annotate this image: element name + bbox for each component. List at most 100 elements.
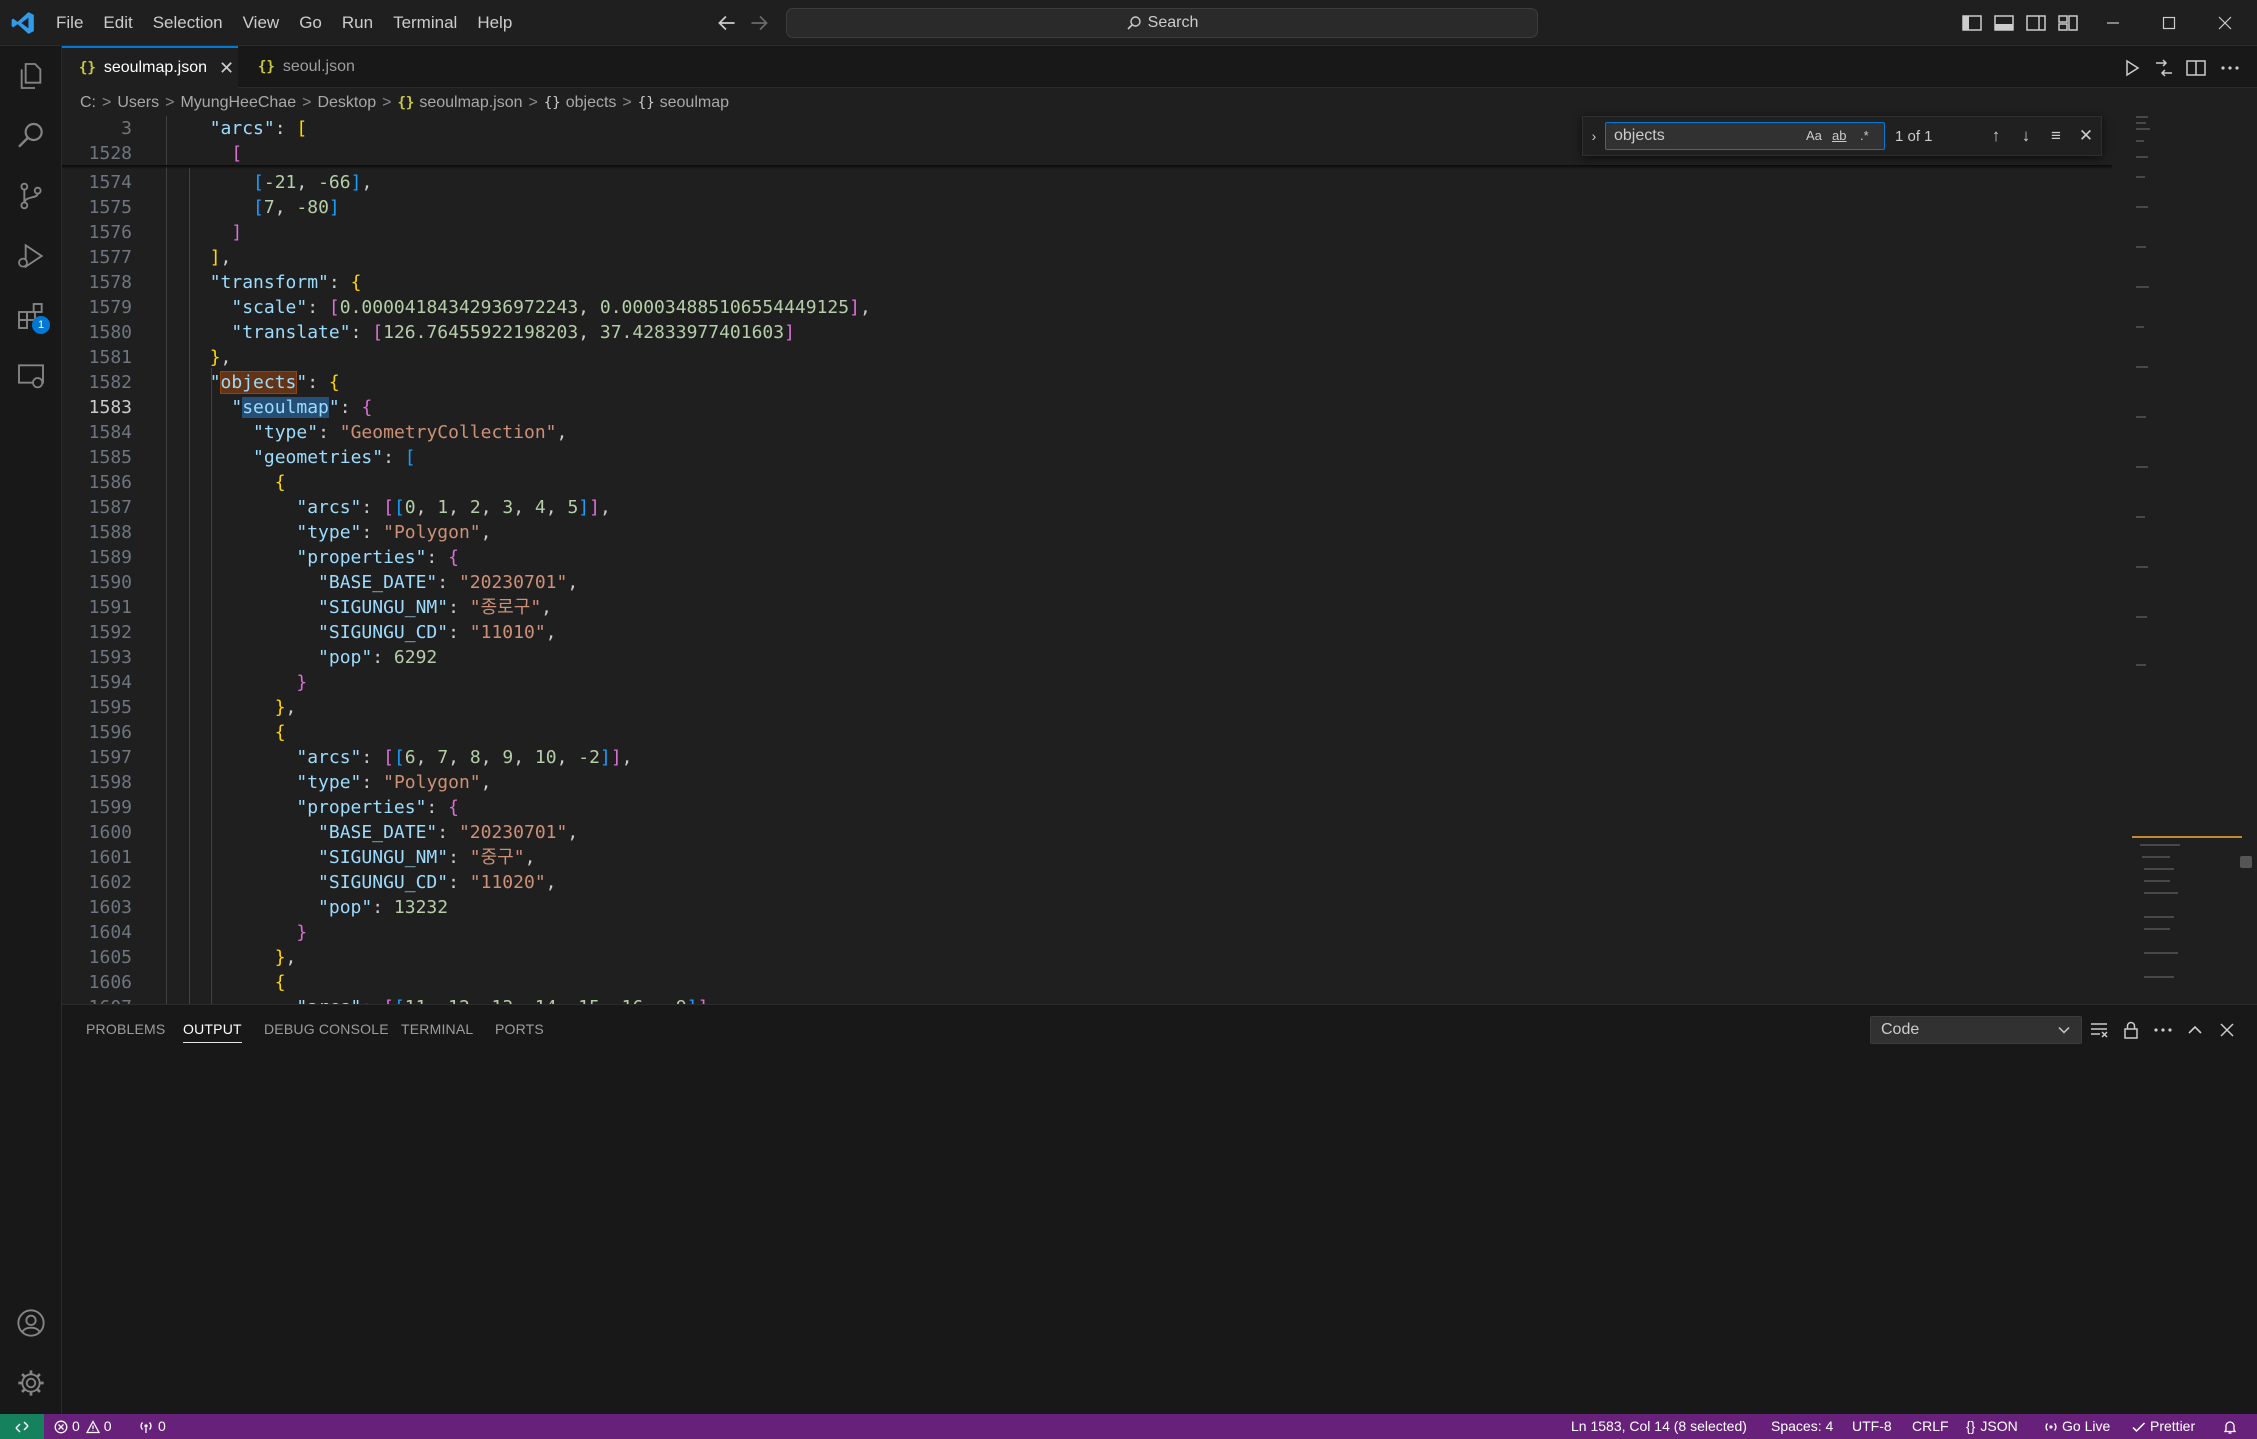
maximize-icon <box>2162 16 2176 30</box>
explorer-button[interactable] <box>12 57 50 95</box>
search-view-button[interactable] <box>12 117 50 155</box>
files-icon <box>20 63 42 89</box>
breadcrumb-file[interactable]: seoulmap.json <box>419 94 522 112</box>
code-line: 1577 ], <box>88 247 232 268</box>
remote-explorer-button[interactable] <box>12 357 50 395</box>
cursor-position[interactable]: Ln 1583, Col 14 (8 selected) <box>1571 1414 1747 1439</box>
code-line: 1596 { <box>88 722 286 743</box>
toggle-replace-chevron-icon[interactable]: › <box>1583 128 1605 144</box>
tab-debug-console[interactable]: DEBUG CONSOLE <box>264 1021 389 1037</box>
go-live-label: Go Live <box>2062 1418 2111 1434</box>
back-arrow-icon[interactable] <box>714 10 740 36</box>
json-file-icon: {} <box>258 59 275 75</box>
search-label: Search <box>1147 14 1199 31</box>
code-line: 1585 "geometries": [ <box>88 447 416 468</box>
menu-selection[interactable]: Selection <box>143 7 233 39</box>
minimap[interactable] <box>2132 116 2252 1004</box>
close-find-icon[interactable]: ✕ <box>2071 126 2101 146</box>
accounts-button[interactable] <box>12 1304 50 1342</box>
forward-arrow-icon[interactable] <box>746 10 772 36</box>
breadcrumb-user[interactable]: MyungHeeChae <box>180 94 296 112</box>
lock-icon[interactable] <box>2120 1019 2142 1041</box>
more-actions-icon[interactable] <box>2152 1019 2174 1041</box>
prettier-status[interactable]: Prettier <box>2132 1414 2195 1439</box>
encoding-status[interactable]: UTF-8 <box>1852 1414 1892 1439</box>
toggle-primary-sidebar-icon[interactable] <box>1960 11 1984 35</box>
breadcrumb-separator: > <box>302 94 312 111</box>
breadcrumb-seoulmap[interactable]: seoulmap <box>660 94 729 112</box>
minimize-button[interactable] <box>2085 0 2141 46</box>
json-file-icon: {} <box>397 95 415 111</box>
editor-tab-bar: {} seoulmap.json ✕ {} seoul.json <box>62 46 2257 88</box>
maximize-button[interactable] <box>2141 0 2197 46</box>
code-line: 1575 [7, -80] <box>88 197 340 218</box>
code-line: 1600 "BASE_DATE": "20230701", <box>88 822 579 843</box>
breadcrumb-objects[interactable]: objects <box>566 94 617 112</box>
breadcrumb-separator: > <box>382 94 392 111</box>
close-window-button[interactable] <box>2197 0 2253 46</box>
indentation-status[interactable]: Spaces: 4 <box>1771 1414 1833 1439</box>
close-panel-icon[interactable] <box>2216 1019 2238 1041</box>
code-editor[interactable]: 3 "arcs": [ 1528 [ 1574 [-21, -66], 1575… <box>62 116 2132 1004</box>
tab-problems[interactable]: PROBLEMS <box>86 1021 165 1037</box>
run-debug-button[interactable] <box>12 237 50 275</box>
tab-ports[interactable]: PORTS <box>495 1021 544 1037</box>
remote-indicator-button[interactable] <box>0 1414 44 1439</box>
breadcrumb-drive[interactable]: C: <box>80 94 96 112</box>
bottom-panel: PROBLEMS OUTPUT DEBUG CONSOLE TERMINAL P… <box>62 1004 2257 1414</box>
more-actions-icon[interactable] <box>2218 56 2242 80</box>
code-line: 1582 "objects": { <box>88 371 340 394</box>
breadcrumb-users[interactable]: Users <box>117 94 159 112</box>
code-line: 1605 }, <box>88 947 297 968</box>
menu-file[interactable]: File <box>46 7 93 39</box>
split-editor-icon[interactable] <box>2184 56 2208 80</box>
customize-layout-icon[interactable] <box>2056 11 2080 35</box>
prettier-label: Prettier <box>2150 1418 2196 1434</box>
tab-seoul-json[interactable]: {} seoul.json <box>238 46 414 88</box>
close-tab-icon[interactable]: ✕ <box>219 58 234 79</box>
manage-button[interactable] <box>12 1364 50 1402</box>
clear-output-icon[interactable] <box>2088 1019 2110 1041</box>
minimap-find-marker <box>2132 836 2242 838</box>
menu-go[interactable]: Go <box>289 7 332 39</box>
regex-toggle[interactable]: .* <box>1860 128 1869 143</box>
previous-match-icon[interactable]: ↑ <box>1981 126 2011 146</box>
menu-bar: File Edit Selection View Go Run Terminal… <box>46 0 522 46</box>
language-mode[interactable]: {} JSON <box>1966 1414 2018 1439</box>
vscode-logo-icon[interactable] <box>10 10 36 36</box>
ports-status[interactable]: 0 <box>138 1414 166 1439</box>
menu-terminal[interactable]: Terminal <box>383 7 467 39</box>
output-channel-select[interactable]: Code <box>1870 1016 2082 1044</box>
code-line: 1603 "pop": 13232 <box>88 897 449 918</box>
run-icon[interactable] <box>2120 56 2144 80</box>
toggle-secondary-sidebar-icon[interactable] <box>2024 11 2048 35</box>
maximize-panel-icon[interactable] <box>2184 1019 2206 1041</box>
go-live-button[interactable]: Go Live <box>2044 1414 2110 1439</box>
command-center-search[interactable]: Search <box>786 8 1538 38</box>
account-icon <box>17 1309 45 1337</box>
menu-run[interactable]: Run <box>332 7 383 39</box>
tab-output[interactable]: OUTPUT <box>183 1021 242 1043</box>
menu-help[interactable]: Help <box>467 7 522 39</box>
tab-seoulmap-json[interactable]: {} seoulmap.json ✕ <box>62 46 238 88</box>
code-line: 1591 "SIGUNGU_NM": "종로구", <box>88 597 552 618</box>
problems-status[interactable]: 0 0 <box>54 1414 112 1439</box>
scrollbar-thumb[interactable] <box>2240 856 2252 868</box>
source-control-button[interactable] <box>12 177 50 215</box>
find-input[interactable]: objects Aa ab .* <box>1605 122 1885 150</box>
menu-view[interactable]: View <box>233 7 290 39</box>
code-line: 1593 "pop": 6292 <box>88 647 438 668</box>
tab-terminal[interactable]: TERMINAL <box>401 1021 473 1037</box>
breadcrumb-folder[interactable]: Desktop <box>317 94 376 112</box>
whole-word-toggle[interactable]: ab <box>1832 128 1846 143</box>
toggle-panel-icon[interactable] <box>1992 11 2016 35</box>
find-in-selection-icon[interactable]: ≡ <box>2041 126 2071 146</box>
status-bar: 0 0 0 Ln 1583, Col 14 (8 selected) Space… <box>0 1414 2257 1439</box>
menu-edit[interactable]: Edit <box>93 7 142 39</box>
compare-changes-icon[interactable] <box>2152 56 2176 80</box>
eol-status[interactable]: CRLF <box>1912 1414 1949 1439</box>
language-braces-icon: {} <box>1966 1418 1976 1434</box>
next-match-icon[interactable]: ↓ <box>2011 126 2041 146</box>
match-case-toggle[interactable]: Aa <box>1806 128 1822 143</box>
notifications-button[interactable] <box>2222 1414 2238 1439</box>
